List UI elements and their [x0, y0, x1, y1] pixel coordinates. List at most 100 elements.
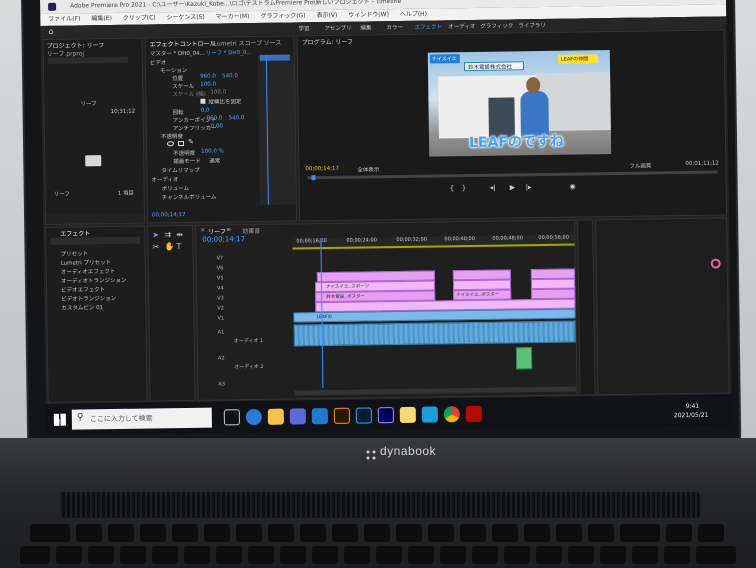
keyboard-key[interactable] [504, 546, 530, 564]
menu-window[interactable]: ウィンドウ(W) [348, 11, 389, 19]
rotation-value[interactable]: 0.0 [201, 108, 210, 114]
fx-time-remap[interactable]: タイムリマップ [161, 166, 199, 175]
mask-rect-icon[interactable] [177, 141, 185, 147]
keyboard-key[interactable] [440, 546, 466, 564]
mask-ellipse-icon[interactable] [166, 141, 175, 147]
fx-motion[interactable]: モーション [160, 66, 187, 74]
timeline-ruler[interactable]: 00;00;16;00 00;00;24;00 00;00;32;00 00;0… [292, 234, 575, 251]
mini-playhead[interactable] [265, 54, 269, 205]
keyboard-key[interactable] [524, 524, 550, 542]
type-tool-icon[interactable]: T [176, 242, 181, 251]
keyboard-key[interactable] [666, 524, 692, 542]
track-select-tool-icon[interactable]: ⇉ [164, 230, 171, 239]
home-icon[interactable]: ⌂ [48, 27, 53, 36]
keyboard-key[interactable] [376, 546, 402, 564]
effects-item-video-transitions[interactable]: ビデオトランジション [61, 294, 116, 303]
scale-width-value[interactable]: 100.0 [210, 89, 226, 95]
position-y[interactable]: 540.0 [222, 73, 238, 79]
mark-out-icon[interactable]: } [462, 184, 467, 192]
keyboard-key[interactable] [300, 524, 326, 542]
workspace-assembly[interactable]: アセンブリ [324, 24, 351, 32]
effects-item-lumetri-presets[interactable]: Lumetri プリセット [61, 258, 111, 267]
program-quality-select[interactable]: フル画質 [629, 161, 651, 169]
timeline-menu-icon[interactable]: ≡ [226, 226, 231, 233]
blend-mode-select[interactable]: 通常 [209, 156, 220, 164]
keyboard-key[interactable] [108, 524, 134, 542]
keyboard-key[interactable] [600, 546, 626, 564]
workspace-color[interactable]: カラー [386, 23, 403, 31]
project-search-input[interactable] [47, 56, 128, 64]
keyboard-key[interactable] [20, 546, 50, 564]
menu-graphics[interactable]: グラフィック(G) [260, 12, 305, 20]
workspace-learn[interactable]: 学習 [298, 24, 309, 32]
effect-controls-timecode[interactable]: 00;00;14;17 [152, 212, 186, 218]
mark-in-icon[interactable]: { [450, 184, 455, 192]
mask-pen-icon[interactable]: ✎ [188, 138, 194, 146]
effects-item-video-effects[interactable]: ビデオエフェクト [61, 285, 105, 294]
illustrator-icon[interactable] [333, 407, 350, 424]
fx-opacity[interactable]: 不透明度 [161, 132, 183, 140]
anchor-x[interactable]: 960.0 [207, 115, 223, 121]
effects-item-audio-effects[interactable]: オーディオエフェクト [61, 267, 116, 276]
keyboard-key[interactable] [428, 524, 454, 542]
scale-value[interactable]: 100.0 [200, 82, 216, 88]
fx-channel-volume[interactable]: チャンネルボリューム [162, 193, 217, 202]
selection-tool-icon[interactable]: ➤ [152, 230, 159, 239]
position-x[interactable]: 960.0 [200, 74, 216, 80]
keyboard-key[interactable] [216, 546, 242, 564]
keyboard-key[interactable] [30, 524, 70, 542]
edge-icon[interactable] [245, 408, 262, 426]
keyboard-key[interactable] [556, 524, 582, 542]
keyboard-key[interactable] [472, 546, 498, 564]
anchor-y[interactable]: 540.0 [229, 115, 245, 121]
keyboard-key[interactable] [88, 546, 114, 564]
workspace-editing[interactable]: 編集 [360, 23, 371, 31]
keyboard-key[interactable] [332, 524, 358, 542]
workspace-graphics[interactable]: グラフィック [480, 21, 513, 29]
keyboard-key[interactable] [184, 546, 210, 564]
effects-item-audio-transitions[interactable]: オーディオトランジション [61, 276, 127, 285]
timeline-timecode[interactable]: 00;00;14;17 [202, 235, 245, 244]
keyboard-key[interactable] [280, 546, 306, 564]
keyboard-key[interactable] [344, 546, 370, 564]
program-video-frame[interactable]: ナイスイエ 鈴木電設株式会社 LEAFの仲間 LEAFのですね [427, 50, 612, 157]
taskbar-search-input[interactable]: ⚲ ここに入力して検索 [71, 407, 212, 430]
clip-v4-c[interactable] [530, 278, 576, 290]
keyboard-key[interactable] [120, 546, 146, 564]
effects-item-presets[interactable]: プリセット [60, 249, 89, 257]
camera-icon[interactable]: ◉ [570, 183, 576, 191]
clip-v3-c[interactable] [531, 288, 576, 300]
keyboard-key[interactable] [152, 546, 178, 564]
keyboard-key[interactable] [536, 546, 562, 564]
keyboard-key[interactable] [76, 524, 102, 542]
keyboard-key[interactable] [492, 524, 518, 542]
keyboard-key[interactable] [408, 546, 434, 564]
workspace-audio[interactable]: オーディオ [448, 22, 475, 30]
keyboard-key[interactable] [620, 524, 660, 542]
step-back-icon[interactable]: ◂| [490, 184, 496, 192]
menu-help[interactable]: ヘルプ(H) [400, 11, 427, 18]
keyboard-key[interactable] [588, 524, 614, 542]
chrome-icon[interactable] [443, 406, 460, 423]
menu-sequence[interactable]: シーケンス(S) [166, 14, 204, 22]
photoshop-icon[interactable] [355, 407, 372, 424]
tab-lumetri-scopes[interactable]: Lumetri スコープ [214, 38, 263, 48]
ripple-tool-icon[interactable]: ⇹ [176, 230, 183, 239]
razor-tool-icon[interactable]: ✂ [152, 242, 159, 251]
keyboard-key[interactable] [632, 546, 658, 564]
keyboard-key[interactable] [236, 524, 262, 542]
color-wheel-icon[interactable] [710, 258, 721, 269]
step-forward-icon[interactable]: |▸ [526, 183, 532, 191]
store-icon[interactable] [289, 408, 306, 425]
keyboard-key[interactable] [56, 546, 82, 564]
clip-v5-c[interactable] [530, 268, 575, 280]
effects-item-custom-bin[interactable]: カスタムビン 01 [61, 303, 103, 312]
timeline-h-scrollbar[interactable] [294, 386, 577, 396]
explorer-folder-icon[interactable] [399, 406, 416, 424]
keyboard-key[interactable] [460, 524, 486, 542]
opacity-value[interactable]: 100.0 % [201, 148, 224, 154]
start-button[interactable] [53, 413, 66, 426]
clip-a1[interactable] [293, 320, 576, 347]
work-area-bar[interactable] [292, 243, 575, 250]
keyboard-key[interactable] [364, 524, 390, 542]
